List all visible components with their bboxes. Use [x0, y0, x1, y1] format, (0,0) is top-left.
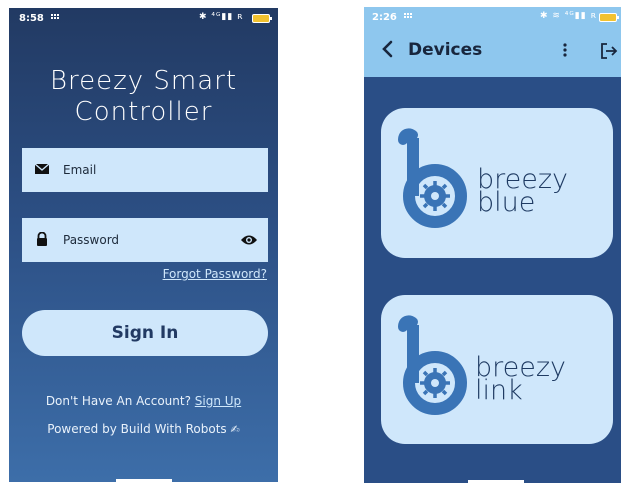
- grid-icon: [404, 13, 412, 18]
- eye-icon[interactable]: [240, 234, 258, 246]
- status-time: 2:26: [372, 12, 397, 23]
- logout-icon[interactable]: [600, 43, 618, 59]
- sign-up-link[interactable]: Sign Up: [195, 394, 241, 408]
- breezy-b-logo-icon: [398, 128, 467, 228]
- app-bar: 2:26 ✱ ≋ ⁴ᴳ▮▮ ʀ Devices: [364, 7, 621, 77]
- robot-logo-icon: ✍: [230, 423, 240, 436]
- status-time: 8:58: [19, 13, 44, 24]
- more-menu-icon[interactable]: [563, 43, 567, 57]
- password-field[interactable]: Password: [22, 218, 268, 262]
- lock-icon: [37, 232, 47, 246]
- status-bar: 2:26 ✱ ≋ ⁴ᴳ▮▮ ʀ: [364, 7, 621, 27]
- back-icon[interactable]: [378, 39, 398, 59]
- page-title: Devices: [408, 40, 483, 60]
- card-label: breezy link: [475, 352, 567, 406]
- sign-in-button[interactable]: Sign In: [22, 310, 268, 356]
- no-account-text: Don't Have An Account? Sign Up: [45, 394, 242, 408]
- grid-icon: [51, 14, 59, 19]
- email-placeholder: Email: [63, 163, 97, 177]
- home-indicator: [116, 479, 172, 482]
- envelope-icon: [35, 163, 49, 174]
- device-card-breezy-link[interactable]: breezy link: [381, 295, 613, 444]
- battery-icon: [252, 14, 272, 23]
- device-card-breezy-blue[interactable]: breezy blue: [381, 108, 613, 258]
- signal-icon: ✱ ⁴ᴳ▮▮ ʀ: [199, 12, 244, 22]
- password-placeholder: Password: [63, 233, 120, 247]
- email-field[interactable]: Email: [22, 148, 268, 192]
- signal-icon: ✱ ≋ ⁴ᴳ▮▮ ʀ: [540, 11, 597, 21]
- powered-by: Powered by Build With Robots ✍: [47, 422, 240, 436]
- devices-screen: 2:26 ✱ ≋ ⁴ᴳ▮▮ ʀ Devices breezy blue bree…: [364, 7, 621, 483]
- battery-icon: [599, 13, 619, 22]
- breezy-b-logo-icon: [398, 315, 467, 415]
- login-screen: 8:58 ✱ ⁴ᴳ▮▮ ʀ Breezy Smart Controller Em…: [9, 8, 278, 482]
- status-bar: 8:58 ✱ ⁴ᴳ▮▮ ʀ: [9, 8, 278, 28]
- card-label: breezy blue: [477, 164, 569, 218]
- forgot-password-link[interactable]: Forgot Password?: [163, 267, 267, 281]
- app-title: Breezy Smart Controller: [49, 66, 238, 127]
